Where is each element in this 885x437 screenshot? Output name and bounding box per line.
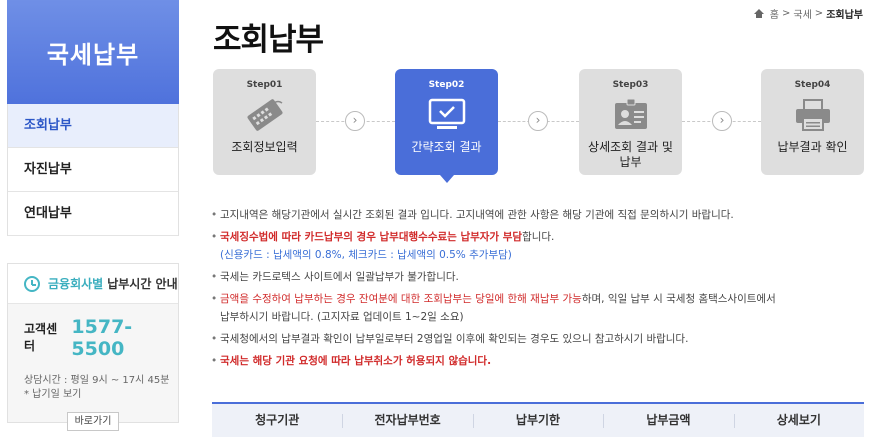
call-center: 고객센터 1577-5500 — [8, 304, 178, 360]
payment-time-link[interactable]: 금융회사별 납부시간 안내 — [8, 264, 178, 304]
call-center-info: 상담시간 : 평일 9시 ~ 17시 45분 * 납기일 보기 — [8, 360, 178, 402]
chevron-right-icon: › — [528, 111, 548, 131]
card-icon — [243, 96, 287, 134]
result-table-header: 청구기관 전자납부번호 납부기한 납부금액 상세보기 — [212, 402, 864, 437]
chevron-right-icon: › — [345, 111, 365, 131]
step-label: 간략조회 결과 — [411, 140, 482, 154]
call-center-label: 고객센터 — [24, 322, 58, 353]
notice-warning-text: 국세징수법에 따라 카드납부의 경우 납부대행수수료는 납부자가 부담 — [220, 231, 523, 243]
payment-time-box: 금융회사별 납부시간 안내 고객센터 1577-5500 상담시간 : 평일 9… — [7, 263, 179, 431]
notice-list: 고지내역은 해당기관에서 실시간 조회된 결과 입니다. 고지내역에 관한 사항… — [210, 206, 870, 374]
notice-text: 고지내역은 해당기관에서 실시간 조회된 결과 입니다. 고지내역에 관한 사항… — [220, 209, 734, 221]
notice-text: 국세는 카드로텍스 사이트에서 일괄납부가 불가합니다. — [220, 271, 459, 283]
notice-item: 고지내역은 해당기관에서 실시간 조회된 결과 입니다. 고지내역에 관한 사항… — [210, 206, 870, 224]
shortcut-button[interactable]: 바로가기 — [67, 412, 119, 431]
notice-warning-text: 국세는 해당 기관 요청에 따라 납부취소가 허용되지 않습니다. — [220, 355, 492, 367]
payment-time-label: 납부시간 안내 — [107, 277, 178, 291]
breadcrumb-home[interactable]: 홈 — [770, 6, 779, 21]
step-number: Step04 — [794, 80, 831, 90]
step-4: Step04 납부결과 확인 — [761, 69, 864, 175]
step-label: 상세조회 결과 및 납부 — [588, 140, 673, 169]
chevron-right-icon: › — [712, 111, 732, 131]
step-number: Step03 — [612, 80, 649, 90]
notice-item: 국세는 해당 기관 요청에 따라 납부취소가 허용되지 않습니다. — [210, 352, 870, 370]
notice-item: 국세징수법에 따라 카드납부의 경우 납부대행수수료는 납부자가 부담합니다. … — [210, 228, 870, 264]
breadcrumb-separator: > — [814, 8, 824, 19]
sidebar-title: 국세납부 — [7, 0, 179, 104]
printer-icon — [791, 96, 835, 134]
sidebar: 국세납부 조회납부 자진납부 연대납부 금융회사별 납부시간 안내 고객센터 1… — [7, 0, 179, 437]
step-label: 조회정보입력 — [231, 140, 298, 154]
column-header-payment-number: 전자납부번호 — [342, 404, 472, 437]
consult-hours: 상담시간 : 평일 9시 ~ 17시 45분 — [24, 375, 170, 386]
column-header-details: 상세보기 — [733, 404, 864, 437]
column-header-amount: 납부금액 — [603, 404, 733, 437]
sidebar-item-inquiry-payment[interactable]: 조회납부 — [8, 104, 178, 148]
sidebar-item-self-payment[interactable]: 자진납부 — [8, 148, 178, 192]
step-number: Step02 — [428, 80, 465, 90]
notice-item: 국세청에서의 납부결과 확인이 납부일로부터 2영업일 이후에 확인되는 경우도… — [210, 330, 870, 348]
notice-item: 금액을 수정하여 납부하는 경우 잔여분에 대한 조회납부는 당일에 한해 재납… — [210, 290, 870, 326]
notice-text: 국세청에서의 납부결과 확인이 납부일로부터 2영업일 이후에 확인되는 경우도… — [220, 333, 689, 345]
breadcrumb-separator: > — [782, 8, 791, 19]
step-number: Step01 — [246, 80, 283, 90]
notice-warning-text: 금액을 수정하여 납부하는 경우 잔여분에 대한 조회납부는 당일에 한해 재납… — [220, 293, 582, 305]
sidebar-menu: 조회납부 자진납부 연대납부 — [7, 104, 179, 236]
step-label: 납부결과 확인 — [777, 140, 848, 154]
column-header-agency: 청구기관 — [255, 413, 300, 427]
notice-text: 하며, 익일 납부 시 국세청 홈택스사이트에서 — [581, 293, 776, 305]
id-card-icon — [609, 96, 653, 134]
breadcrumb-level1[interactable]: 국세 — [793, 6, 811, 21]
step-3: Step03 상세조회 결과 및 납부 — [579, 69, 682, 175]
sidebar-item-joint-payment[interactable]: 연대납부 — [8, 192, 178, 236]
home-icon[interactable] — [753, 9, 764, 18]
page-title: 조회납부 — [213, 22, 324, 58]
notice-text: 합니다. — [522, 231, 555, 243]
column-header-due-date: 납부기한 — [472, 404, 603, 437]
financial-institution-text: 금융회사별 — [48, 277, 104, 291]
notice-text: 납부하시기 바랍니다. (고지자료 업데이트 1~2일 소요) — [220, 311, 464, 323]
breadcrumb-current: 조회납부 — [826, 10, 863, 21]
card-fee-info: (신용카드 : 납세액의 0.8%, 체크카드 : 납세액의 0.5% 추가부담… — [220, 249, 512, 261]
step-2: Step02 간략조회 결과 — [395, 69, 498, 183]
monitor-check-icon — [425, 96, 469, 134]
due-date-note: * 납기일 보기 — [24, 389, 82, 400]
clock-icon — [24, 275, 40, 292]
notice-item: 국세는 카드로텍스 사이트에서 일괄납부가 불가합니다. — [210, 268, 870, 286]
step-1: Step01 조회정보입력 — [213, 69, 316, 175]
call-center-number: 1577-5500 — [71, 316, 133, 360]
breadcrumb: 홈 > 국세 > 조회납부 — [753, 6, 863, 21]
